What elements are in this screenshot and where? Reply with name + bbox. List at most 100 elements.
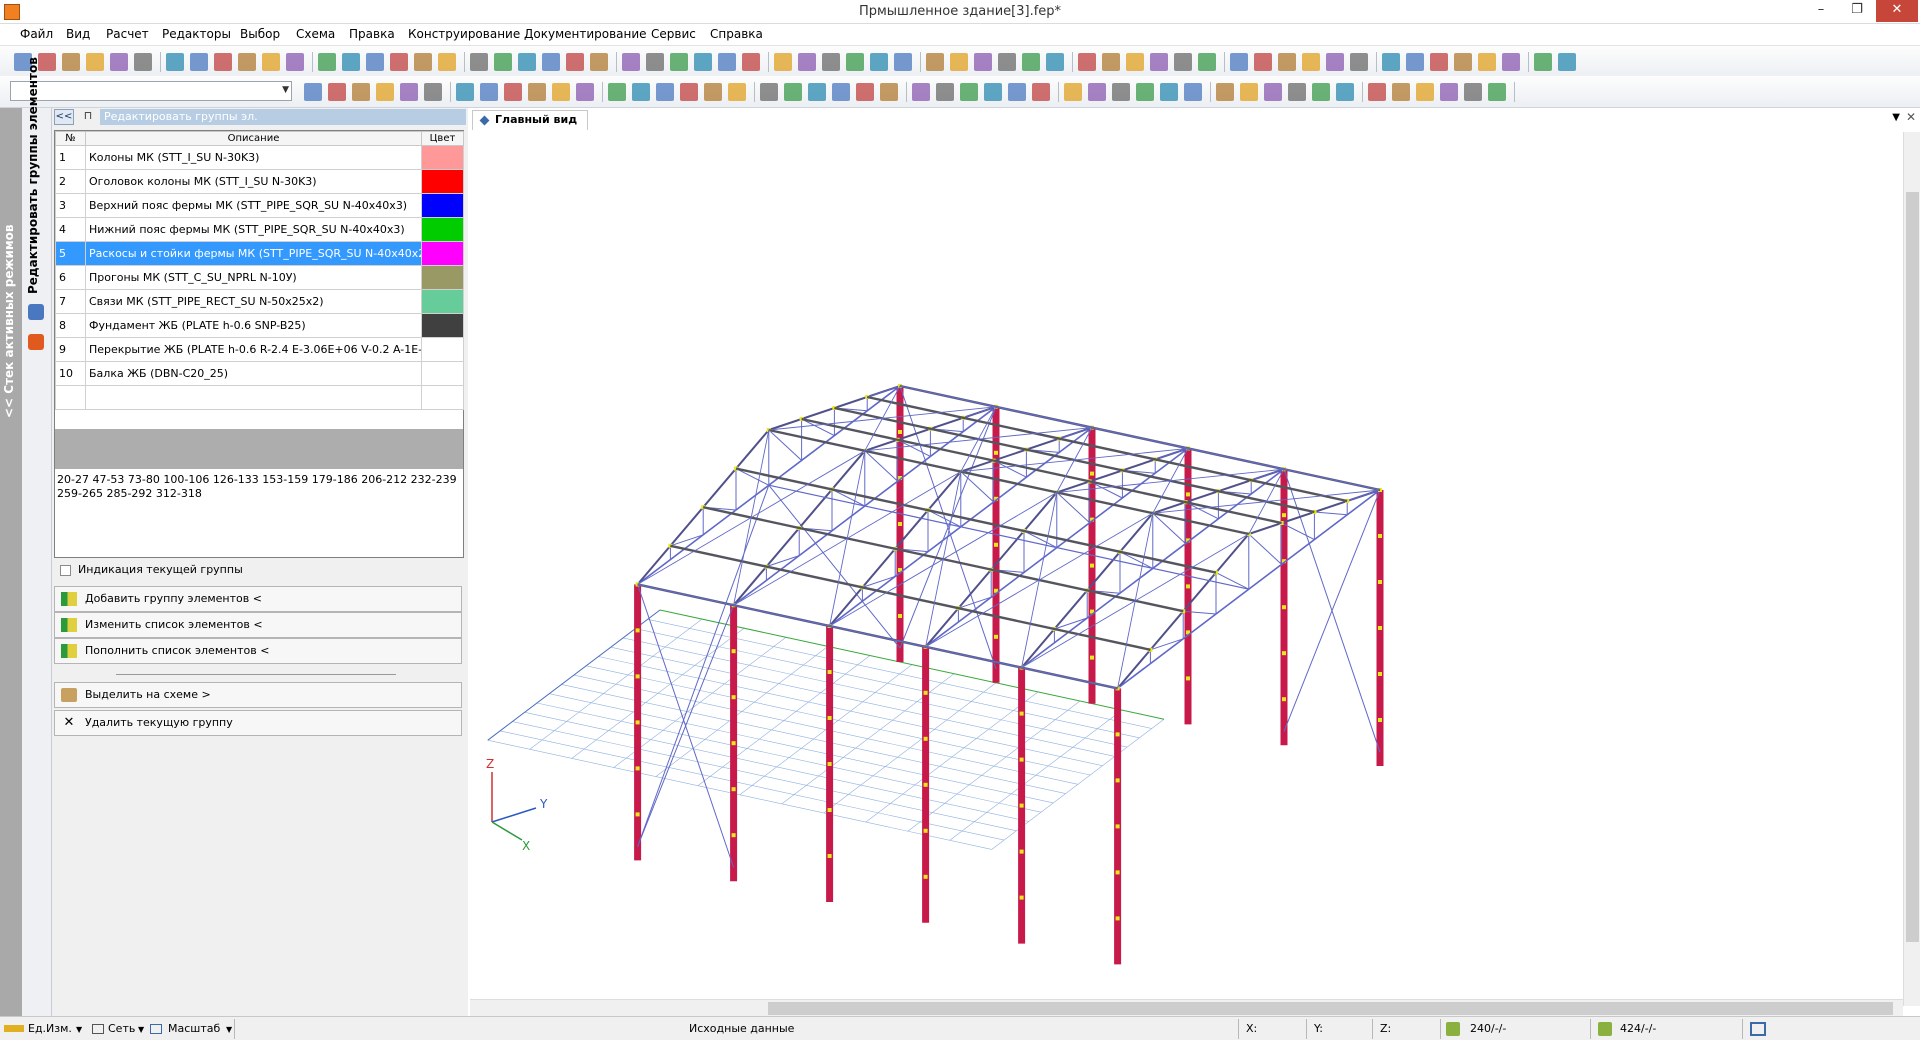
toolbar-icon[interactable]	[390, 53, 408, 71]
element-list-text[interactable]: 20-27 47-53 73-80 100-106 126-133 153-15…	[57, 473, 461, 501]
toolbar-icon[interactable]	[1406, 53, 1424, 71]
toolbar-icon[interactable]	[1392, 83, 1410, 101]
toolbar-icon[interactable]	[774, 53, 792, 71]
toolbar-icon[interactable]	[832, 83, 850, 101]
toolbar-icon[interactable]	[1230, 53, 1248, 71]
row-color-swatch[interactable]	[421, 313, 464, 338]
toolbar-icon[interactable]	[238, 53, 256, 71]
units-menu[interactable]: Ед.Изм.	[28, 1022, 72, 1035]
toolbar-icon[interactable]	[62, 53, 80, 71]
toolbar-icon[interactable]	[424, 83, 442, 101]
toolbar-icon[interactable]	[1240, 83, 1258, 101]
toolbar-icon[interactable]	[798, 53, 816, 71]
menu-select[interactable]: Выбор	[240, 27, 280, 41]
toolbar-icon[interactable]	[590, 53, 608, 71]
menu-edit[interactable]: Правка	[349, 27, 395, 41]
toolbar-icon[interactable]	[376, 83, 394, 101]
toolbar-icon[interactable]	[1174, 53, 1192, 71]
toolbar-icon[interactable]	[1416, 83, 1434, 101]
toolbar-icon[interactable]	[318, 53, 336, 71]
row-color-swatch[interactable]	[421, 241, 464, 266]
toolbar-icon[interactable]	[352, 83, 370, 101]
table-row[interactable]: 7 Связи МК (STT_PIPE_RECT_SU N-50x25x2)	[55, 289, 464, 314]
grid-chevron-icon[interactable]: ▼	[138, 1025, 144, 1034]
toolbar-icon[interactable]	[926, 53, 944, 71]
col-color[interactable]: Цвет	[421, 131, 464, 146]
menu-help[interactable]: Справка	[710, 27, 763, 41]
scale-menu[interactable]: Масштаб	[168, 1022, 220, 1035]
add-group-button[interactable]: Добавить группу элементов <	[54, 586, 462, 612]
toolbar-icon[interactable]	[894, 53, 912, 71]
toolbar-icon[interactable]	[1430, 53, 1448, 71]
toolbar-icon[interactable]	[414, 53, 432, 71]
horizontal-scrollbar[interactable]	[470, 999, 1903, 1016]
toolbar-icon[interactable]	[870, 53, 888, 71]
toolbar-icon[interactable]	[632, 83, 650, 101]
toolbar-icon[interactable]	[704, 83, 722, 101]
toolbar-icon[interactable]	[1254, 53, 1272, 71]
toolbar-icon[interactable]	[1288, 83, 1306, 101]
toolbar-icon[interactable]	[1368, 83, 1386, 101]
toolbar-icon[interactable]	[912, 83, 930, 101]
minimize-icon[interactable]: –	[1804, 0, 1838, 22]
toolbar-icon[interactable]	[286, 53, 304, 71]
delete-group-button[interactable]: ✕ Удалить текущую группу	[54, 710, 462, 736]
toolbar-icon[interactable]	[1064, 83, 1082, 101]
toolbar-icon[interactable]	[480, 83, 498, 101]
toolbar-icon[interactable]	[38, 53, 56, 71]
toolbar-icon[interactable]	[1046, 53, 1064, 71]
toolbar-icon[interactable]	[456, 83, 474, 101]
row-color-swatch[interactable]	[421, 145, 464, 170]
change-list-button[interactable]: Изменить список элементов <	[54, 612, 462, 638]
toolbar-icon[interactable]	[718, 53, 736, 71]
toolbar-icon[interactable]	[760, 83, 778, 101]
table-row[interactable]: 5 Раскосы и стойки фермы МК (STT_PIPE_SQR…	[55, 241, 464, 266]
tab-main-view[interactable]: Главный вид	[472, 110, 589, 130]
table-row[interactable]: 8 Фундамент ЖБ (PLATE h-0.6 SNP-B25)	[55, 313, 464, 338]
row-description[interactable]: Верхний пояс фермы МК (STT_PIPE_SQR_SU N…	[85, 193, 422, 218]
toolbar-icon[interactable]	[608, 83, 626, 101]
toolbar-icon[interactable]	[656, 83, 674, 101]
toolbar-icon[interactable]	[1102, 53, 1120, 71]
toolbar-icon[interactable]	[936, 83, 954, 101]
toolbar-icon[interactable]	[1302, 53, 1320, 71]
toolbar-icon[interactable]	[566, 53, 584, 71]
toolbar-icon[interactable]	[1534, 53, 1552, 71]
toolbar-icon[interactable]	[1464, 83, 1482, 101]
menu-scheme[interactable]: Схема	[296, 27, 335, 41]
scale-chevron-icon[interactable]: ▼	[226, 1025, 232, 1034]
toolbar-icon[interactable]	[1488, 83, 1506, 101]
toolbar-icon[interactable]	[518, 53, 536, 71]
toolbar-icon[interactable]	[680, 83, 698, 101]
toolbar-icon[interactable]	[1350, 53, 1368, 71]
table-row[interactable]: 10 Балка ЖБ (DBN-C20_25)	[55, 361, 464, 386]
col-number[interactable]: №	[55, 131, 86, 146]
row-description[interactable]: Колоны МК (STT_I_SU N-30K3)	[85, 145, 422, 170]
row-description[interactable]: Раскосы и стойки фермы МК (STT_PIPE_SQR_…	[85, 241, 422, 266]
toolbar-icon[interactable]	[86, 53, 104, 71]
table-row[interactable]: 6 Прогоны МК (STT_C_SU_NPRL N-10У)	[55, 265, 464, 290]
toolbar-icon[interactable]	[1088, 83, 1106, 101]
table-row[interactable]: 1 Колоны МК (STT_I_SU N-30K3)	[55, 145, 464, 170]
active-modes-stack[interactable]: << Стек активных режимов	[0, 108, 22, 1016]
append-list-button[interactable]: Пополнить список элементов <	[54, 638, 462, 664]
toolbar-icon[interactable]	[328, 83, 346, 101]
toolbar-icon[interactable]	[1136, 83, 1154, 101]
toolbar-icon[interactable]	[1440, 83, 1458, 101]
mode-group-icon[interactable]	[28, 304, 44, 320]
toolbar-icon[interactable]	[504, 83, 522, 101]
pin-icon[interactable]: ⊓	[80, 109, 96, 125]
menu-view[interactable]: Вид	[66, 27, 90, 41]
toolbar-icon[interactable]	[1502, 53, 1520, 71]
toolbar-icon[interactable]	[494, 53, 512, 71]
toolbar-icon[interactable]	[950, 53, 968, 71]
row-color-swatch[interactable]	[421, 169, 464, 194]
toolbar-icon[interactable]	[880, 83, 898, 101]
indicate-group-checkbox[interactable]	[60, 565, 71, 576]
toolbar-icon[interactable]	[262, 53, 280, 71]
toolbar-icon[interactable]	[342, 53, 360, 71]
row-description[interactable]: Связи МК (STT_PIPE_RECT_SU N-50x25x2)	[85, 289, 422, 314]
toolbar-icon[interactable]	[822, 53, 840, 71]
row-description[interactable]: Перекрытие ЖБ (PLATE h-0.6 R-2.4 E-3.06E…	[85, 337, 422, 362]
toolbar-icon[interactable]	[528, 83, 546, 101]
